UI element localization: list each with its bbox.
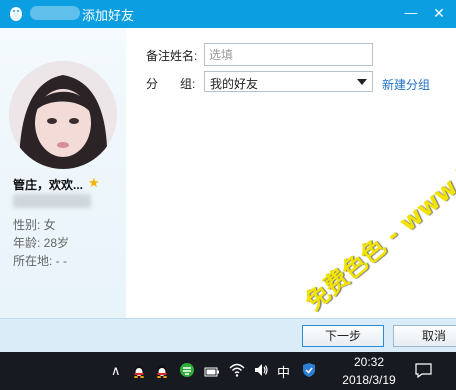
cancel-button[interactable]: 取消 — [393, 325, 456, 347]
volume-icon[interactable] — [253, 362, 269, 378]
shield-icon[interactable] — [301, 362, 317, 378]
wifi-icon[interactable] — [229, 362, 245, 378]
title-bar[interactable]: 添加好友 — ✕ — [0, 0, 456, 28]
remark-label: 备注姓名: — [146, 49, 198, 63]
minimize-button[interactable]: — — [398, 2, 424, 24]
chevron-down-icon — [357, 79, 367, 85]
blurred-account-id — [13, 194, 91, 208]
avatar — [9, 61, 117, 169]
title-blurred-name — [30, 6, 80, 20]
clock-date: 2018/3/19 — [342, 373, 396, 387]
notification-icon[interactable] — [415, 363, 432, 378]
show-hidden-icons-button[interactable]: ∧ — [111, 363, 121, 379]
qq-penguin-icon[interactable] — [131, 362, 147, 378]
age-info: 年龄: 28岁 — [13, 236, 70, 250]
battery-icon[interactable] — [204, 365, 220, 381]
new-group-link[interactable]: 新建分组 — [382, 76, 430, 93]
star-icon: ★ — [88, 175, 100, 190]
taskbar: ∧ 中 20:32 2018/3/19 — [0, 352, 456, 390]
input-method-indicator[interactable]: 中 — [277, 362, 290, 381]
qq-penguin-icon — [10, 7, 22, 21]
location-info: 所在地: - - — [13, 254, 67, 268]
gender-info: 性别: 女 — [13, 218, 56, 232]
qq-penguin-icon[interactable] — [154, 362, 170, 378]
green-app-icon[interactable] — [179, 362, 195, 378]
button-bar: 下一步 取消 — [0, 318, 456, 352]
group-label: 分 — [146, 77, 159, 91]
window-title: 添加好友 — [82, 8, 135, 23]
remark-input[interactable] — [204, 43, 373, 66]
clock-time: 20:32 — [353, 355, 385, 369]
group-select[interactable]: 我的好友 — [204, 71, 373, 92]
add-friend-window: 添加好友 — ✕ 管庄，欢欢... ★ 性别: 女 年龄: 28岁 所在地: -… — [0, 0, 456, 352]
close-button[interactable]: ✕ — [426, 2, 452, 24]
taskbar-clock[interactable]: 20:32 2018/3/19 — [330, 354, 408, 388]
next-button[interactable]: 下一步 — [302, 325, 384, 347]
group-label-suffix: 组: — [180, 77, 196, 91]
group-selected-value: 我的好友 — [210, 77, 259, 91]
nickname: 管庄，欢欢... — [13, 178, 84, 192]
profile-panel: 管庄，欢欢... ★ 性别: 女 年龄: 28岁 所在地: - - — [0, 28, 126, 318]
